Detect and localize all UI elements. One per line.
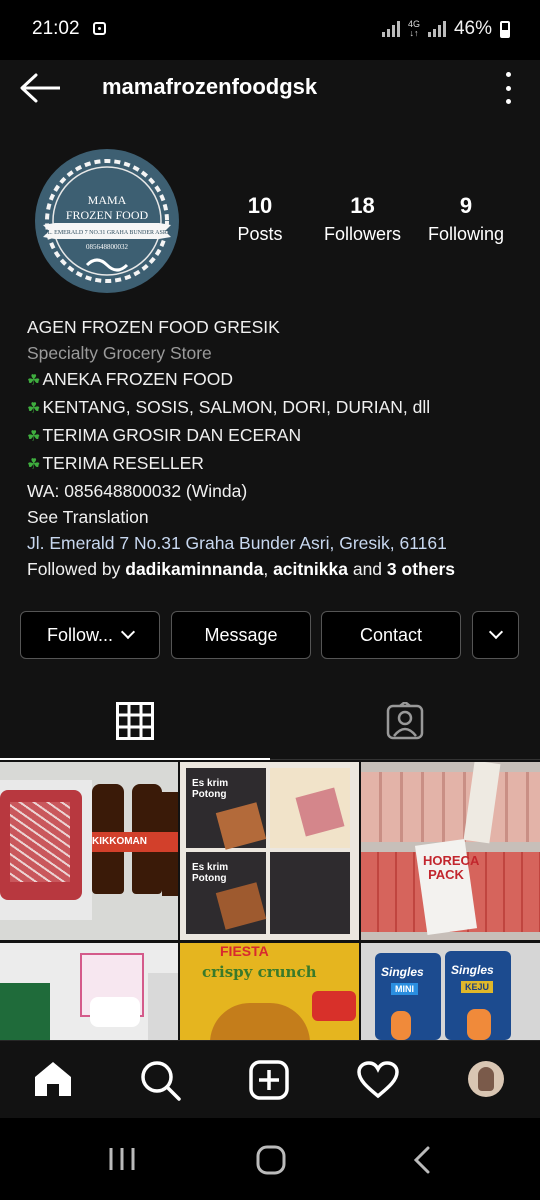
post-thumbnail[interactable]	[0, 943, 178, 1040]
following-button[interactable]: Follow...	[20, 611, 160, 659]
more-options-icon[interactable]	[498, 72, 518, 104]
grid-icon[interactable]	[116, 702, 154, 740]
avatar-logo: MAMA FROZEN FOOD JL. EMERALD 7 NO.31 GRA…	[43, 159, 171, 283]
avatar-line1: MAMA	[88, 193, 127, 207]
contact-button[interactable]: Contact	[321, 611, 461, 659]
bio-line: ☘ TERIMA RESELLER	[27, 453, 204, 473]
back-arrow-icon[interactable]	[18, 72, 62, 104]
post-grid: KIKKOMAN Es krim Potong Es krim Potong H…	[0, 762, 540, 1040]
avatar-phone: 085648800032	[86, 243, 129, 251]
battery-icon	[500, 20, 510, 38]
post-caption-text: HORECA PACK	[423, 853, 480, 882]
create-post-icon[interactable]	[249, 1060, 289, 1100]
system-navigation-bar	[0, 1118, 540, 1200]
avatar-line2: FROZEN FOOD	[66, 208, 149, 222]
post-caption-text: Singles	[451, 963, 494, 977]
bio-category: Specialty Grocery Store	[27, 343, 212, 363]
bio-name: AGEN FROZEN FOOD GRESIK	[27, 317, 280, 337]
home-button-icon[interactable]	[256, 1145, 286, 1175]
posts-stat[interactable]: 10 Posts	[220, 193, 300, 245]
post-caption-text: crispy crunch	[202, 963, 317, 981]
post-thumbnail[interactable]: FIESTA crispy crunch	[180, 943, 359, 1040]
screenshot-icon	[93, 22, 106, 35]
activity-heart-icon[interactable]	[357, 1061, 399, 1099]
post-caption-text: FIESTA	[220, 943, 269, 959]
followers-label: Followers	[323, 224, 402, 244]
post-caption-text: MINI	[391, 983, 418, 995]
clover-icon: ☘	[27, 372, 41, 389]
profile-header: mamafrozenfoodgsk	[0, 60, 540, 116]
address-link[interactable]: Jl. Emerald 7 No.31 Graha Bunder Asri, G…	[27, 530, 527, 556]
post-thumbnail[interactable]: Singles Singles MINI KEJU	[361, 943, 540, 1040]
following-label: Following	[427, 224, 505, 244]
status-time: 21:02	[32, 18, 80, 39]
profile-bio: AGEN FROZEN FOOD GRESIK Specialty Grocer…	[27, 314, 527, 582]
clover-icon: ☘	[27, 428, 41, 445]
back-button-icon[interactable]	[412, 1146, 432, 1174]
avatar-ribbon: JL. EMERALD 7 NO.31 GRAHA BUNDER ASRI	[45, 230, 169, 236]
message-button[interactable]: Message	[171, 611, 311, 659]
following-stat[interactable]: 9 Following	[420, 193, 512, 245]
chevron-down-icon	[488, 624, 503, 640]
search-icon[interactable]	[140, 1060, 182, 1102]
followers-stat[interactable]: 18 Followers	[315, 193, 410, 245]
bio-line: ☘ KENTANG, SOSIS, SALMON, DORI, DURIAN, d…	[27, 397, 431, 417]
profile-avatar[interactable]: MAMA FROZEN FOOD JL. EMERALD 7 NO.31 GRA…	[35, 149, 179, 293]
bio-contact: WA: 085648800032 (Winda)	[27, 481, 248, 501]
status-right: 4G ↓↑ 46%	[381, 18, 510, 40]
tab-divider	[270, 759, 540, 760]
post-thumbnail[interactable]: Es krim Potong Es krim Potong	[180, 762, 359, 940]
post-caption-text: Singles	[381, 965, 424, 979]
followed-by[interactable]: Followed by dadikaminnanda, acitnikka an…	[27, 556, 527, 582]
following-count: 9	[459, 193, 473, 218]
post-thumbnail[interactable]: HORECA PACK	[361, 762, 540, 940]
active-tab-indicator	[0, 758, 270, 760]
see-translation-link[interactable]: See Translation	[27, 504, 527, 530]
network-type: 4G ↓↑	[407, 19, 420, 38]
chevron-down-icon	[120, 624, 136, 640]
signal-icon	[381, 21, 400, 37]
home-icon[interactable]	[33, 1060, 73, 1098]
clover-icon: ☘	[27, 456, 41, 473]
followers-count: 18	[350, 193, 375, 218]
profile-avatar-tab[interactable]	[468, 1061, 504, 1097]
tagged-icon[interactable]	[386, 702, 424, 740]
bio-line: ☘ ANEKA FROZEN FOOD	[27, 369, 234, 389]
post-caption-text: Es krim Potong	[192, 862, 229, 884]
posts-count: 10	[247, 193, 273, 218]
profile-username: mamafrozenfoodgsk	[102, 74, 318, 99]
signal-icon-2	[427, 21, 446, 37]
profile-tabs	[0, 680, 540, 762]
posts-label: Posts	[237, 224, 283, 244]
battery-percent: 46%	[453, 18, 492, 39]
post-thumbnail[interactable]: KIKKOMAN	[0, 762, 178, 940]
suggested-accounts-button[interactable]	[472, 611, 519, 659]
post-caption-text: KIKKOMAN	[92, 832, 178, 852]
status-bar: 21:02 4G ↓↑ 46%	[0, 0, 540, 60]
recent-apps-icon[interactable]	[108, 1146, 136, 1172]
post-caption-text: Es krim Potong	[192, 778, 229, 800]
bottom-navigation	[0, 1040, 540, 1119]
clover-icon: ☘	[27, 400, 41, 417]
post-caption-text: KEJU	[461, 981, 494, 993]
bio-line: ☘ TERIMA GROSIR DAN ECERAN	[27, 425, 302, 445]
